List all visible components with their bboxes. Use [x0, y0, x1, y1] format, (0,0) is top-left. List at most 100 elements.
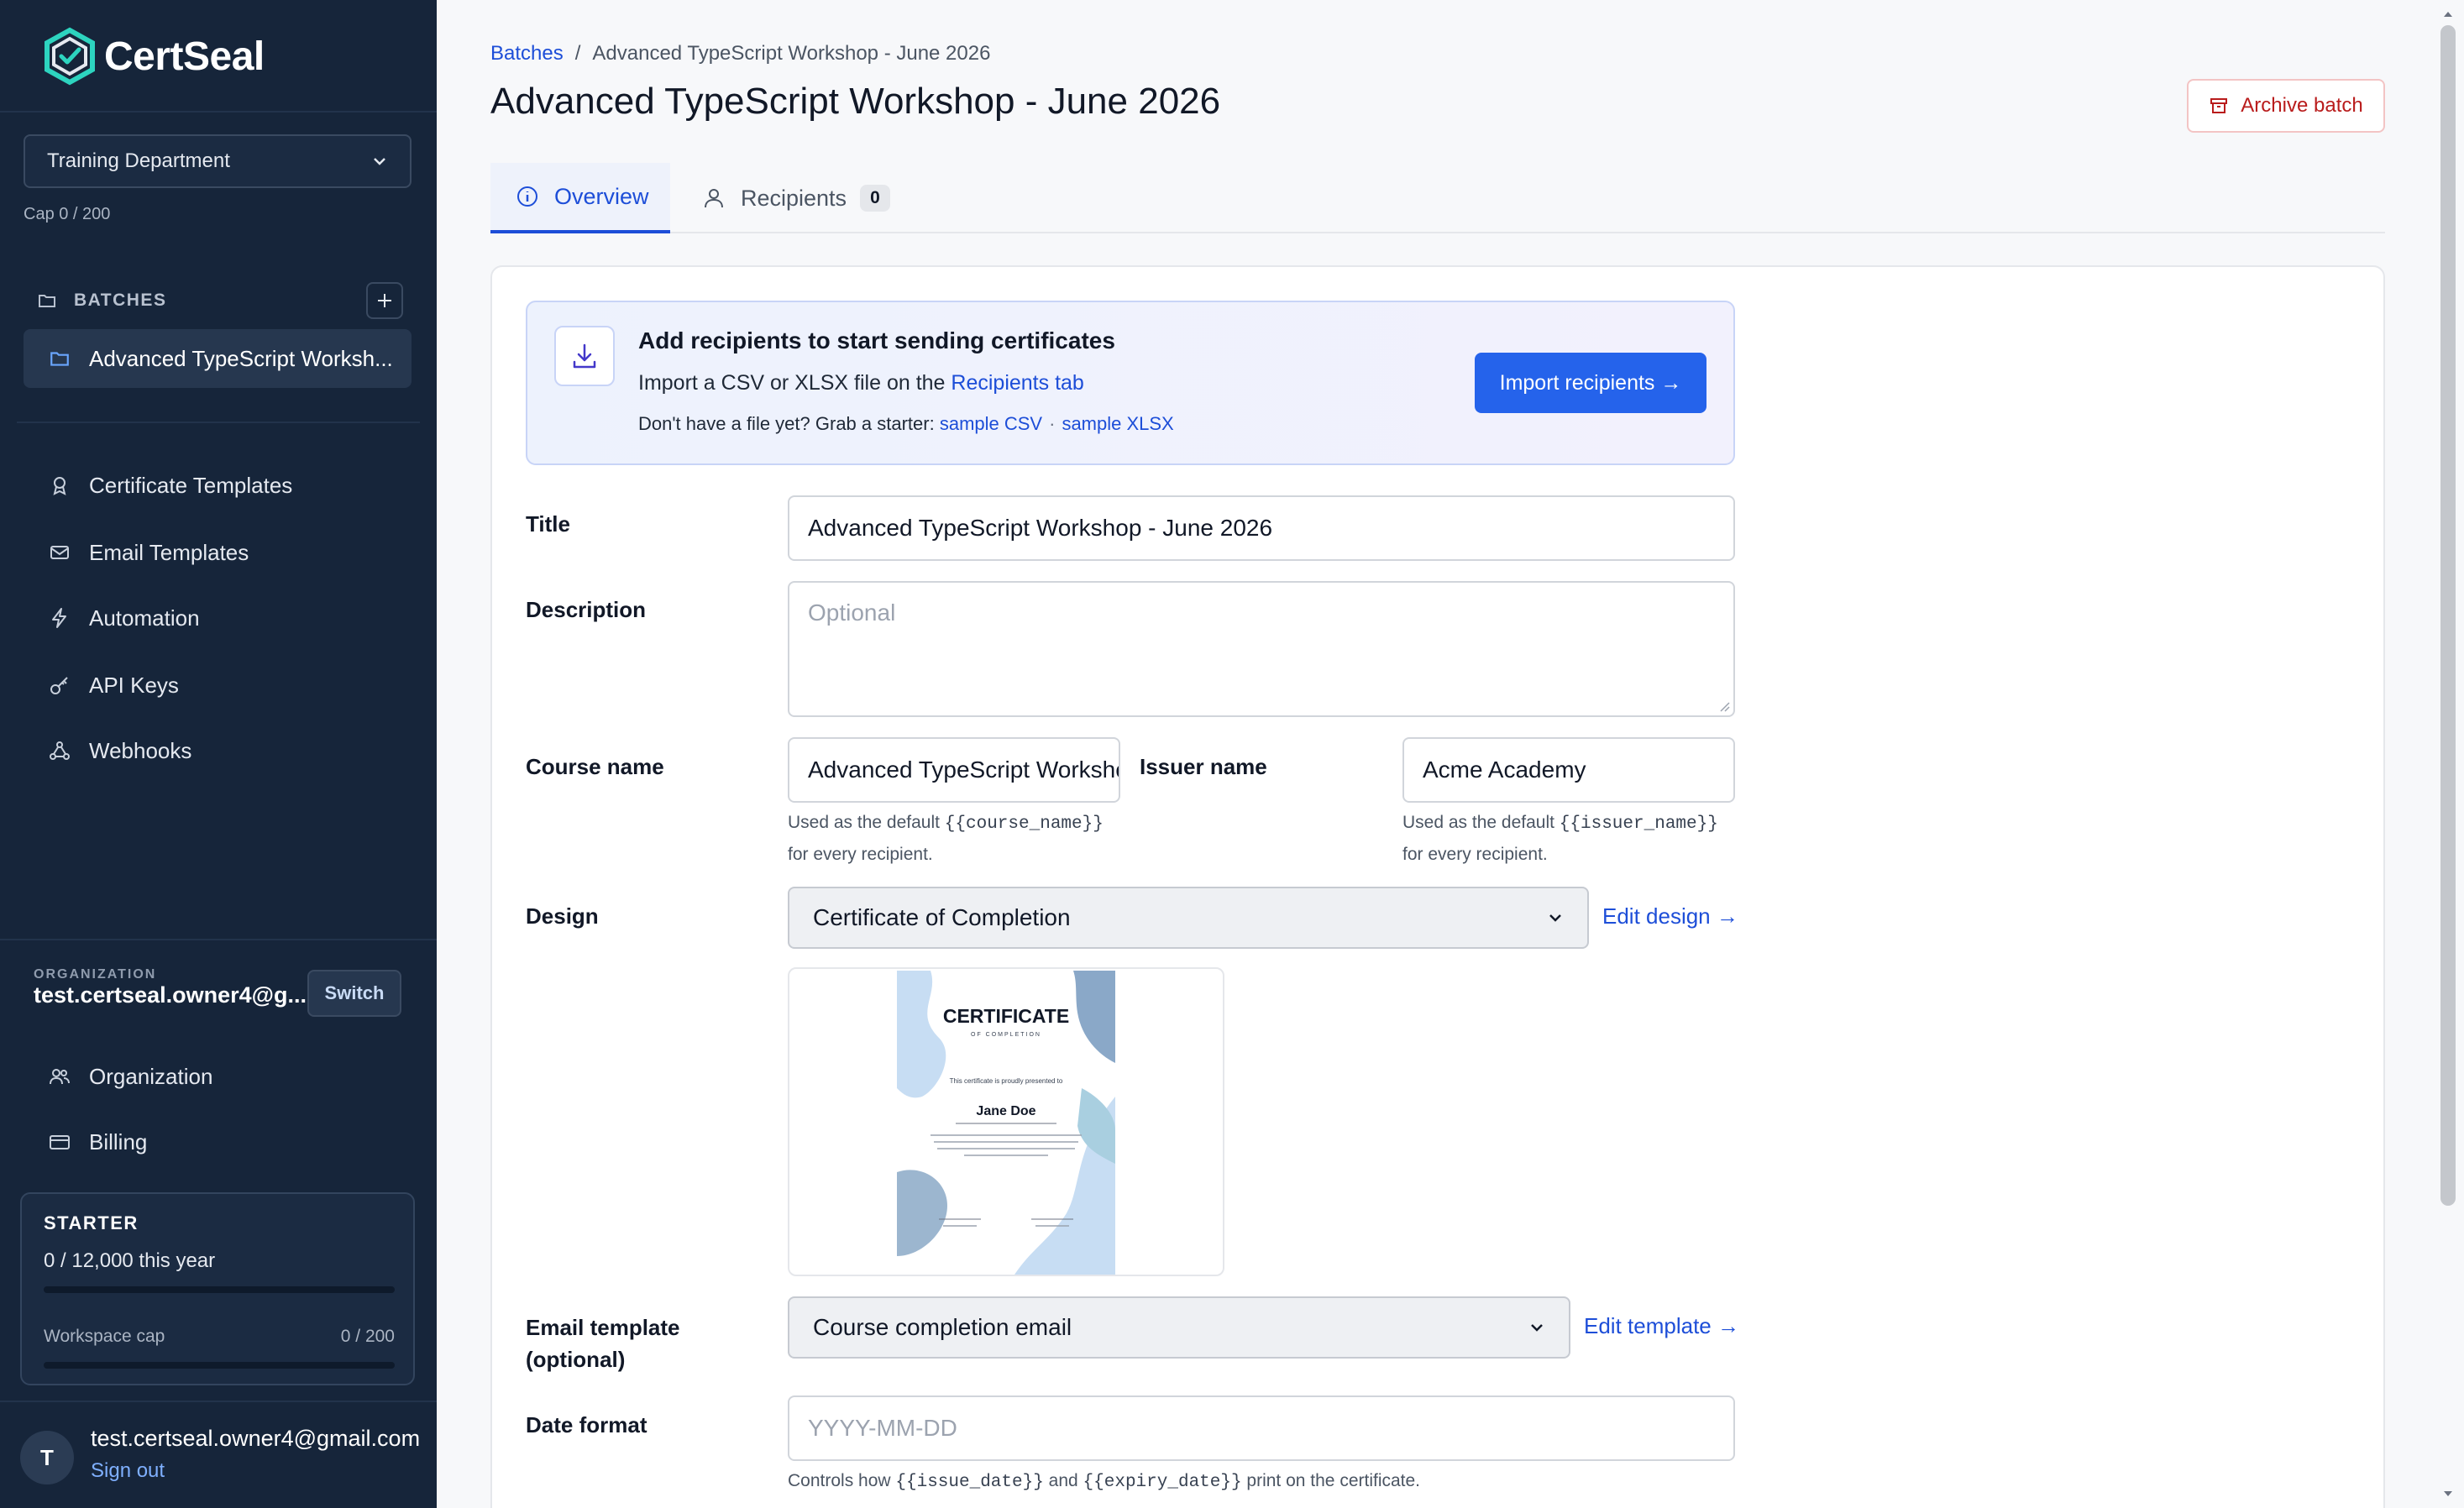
edit-template-link[interactable]: Edit template → — [1584, 1313, 1739, 1339]
archive-icon — [2210, 98, 2228, 113]
logo[interactable]: CertSeal — [40, 27, 265, 86]
tab-recipients-label: Recipients — [741, 185, 847, 211]
date-help-text: Controls how — [788, 1471, 896, 1490]
certificate-preview-name: Jane Doe — [976, 1104, 1035, 1118]
title-input[interactable]: Advanced TypeScript Workshop - June 2026 — [788, 495, 1735, 561]
nav-label: Email Templates — [89, 539, 249, 565]
folder-icon — [50, 352, 69, 366]
banner-hint: Don't have a file yet? Grab a starter: s… — [638, 413, 1174, 435]
archive-batch-label: Archive batch — [2241, 94, 2363, 117]
cap-text: Cap 0 / 200 — [24, 205, 111, 223]
date-format-helper: Controls how {{issue_date}} and {{expiry… — [788, 1466, 1735, 1498]
issuer-name-label: Issuer name — [1140, 754, 1267, 779]
email-template-label-line1: Email template — [526, 1315, 680, 1340]
department-value: Training Department — [47, 149, 230, 172]
sidebar-item-webhooks[interactable]: Webhooks — [24, 724, 412, 778]
add-recipients-banner: Add recipients to start sending certific… — [526, 301, 1735, 465]
certificate-thumbnail: CERTIFICATE OF COMPLETION This certifica… — [897, 971, 1115, 1275]
issuer-name-helper: Used as the default {{issuer_name}} for … — [1402, 808, 1755, 870]
course-name-input[interactable]: Advanced TypeScript Workshop - June 2026 — [788, 737, 1120, 803]
batches-label: BATCHES — [74, 291, 167, 310]
email-template-value: Course completion email — [813, 1314, 1072, 1340]
sample-csv-link[interactable]: sample CSV — [940, 413, 1042, 434]
user-icon — [705, 189, 723, 208]
sidebar-item-email-templates[interactable]: Email Templates — [24, 526, 412, 579]
plan-usage-text: 0 / 12,000 this year — [44, 1249, 216, 1272]
sidebar-item-certificate-templates[interactable]: Certificate Templates — [24, 458, 412, 512]
issue-date-variable: {{issue_date}} — [895, 1473, 1044, 1492]
expiry-date-variable: {{expiry_date}} — [1083, 1473, 1242, 1492]
workspace-cap-row: Workspace cap 0 / 200 — [44, 1327, 395, 1347]
description-textarea[interactable]: Optional — [788, 581, 1735, 717]
banner-title: Add recipients to start sending certific… — [638, 327, 1115, 353]
batch-tabs: Overview Recipients 0 — [490, 163, 2385, 233]
course-name-helper: Used as the default {{course_name}} for … — [788, 808, 1140, 870]
email-template-select[interactable]: Course completion email — [788, 1296, 1570, 1359]
add-batch-button[interactable] — [366, 282, 403, 319]
scrollbar-thumb[interactable] — [2440, 25, 2456, 1206]
organization-label: ORGANIZATION — [34, 967, 157, 982]
title-label: Title — [526, 511, 570, 537]
nav-label: Billing — [89, 1128, 148, 1155]
department-select[interactable]: Training Department — [24, 134, 412, 188]
certseal-logo-icon — [45, 27, 95, 86]
tab-recipients[interactable]: Recipients 0 — [702, 163, 890, 233]
design-select[interactable]: Certificate of Completion — [788, 887, 1589, 949]
plan-usage-panel: STARTER 0 / 12,000 this year Workspace c… — [20, 1192, 415, 1385]
organization-email: test.certseal.owner4@g... — [34, 982, 307, 1008]
sample-xlsx-link[interactable]: sample XLSX — [1062, 413, 1173, 434]
sidebar-item-automation[interactable]: Automation — [24, 591, 412, 645]
batch-label: Advanced TypeScript Worksh... — [89, 345, 393, 371]
sidebar-batch-item[interactable]: Advanced TypeScript Worksh... — [24, 329, 412, 388]
scroll-down-icon[interactable] — [2440, 1486, 2456, 1501]
app-name: CertSeal — [104, 34, 265, 79]
resize-handle-icon[interactable] — [1718, 700, 1730, 712]
sidebar-divider — [17, 422, 420, 423]
download-icon — [573, 343, 596, 369]
description-label: Description — [526, 597, 647, 622]
email-template-label-line2: (optional) — [526, 1347, 626, 1372]
folder-icon — [39, 295, 55, 307]
tab-overview-label: Overview — [554, 183, 649, 209]
description-placeholder: Optional — [808, 600, 896, 626]
webhook-icon — [50, 741, 70, 760]
issuer-help-variable: {{issuer_name}} — [1559, 814, 1718, 834]
switch-organization-button[interactable]: Switch — [307, 970, 401, 1017]
user-profile: T test.certseal.owner4@gmail.com Sign ou… — [20, 1422, 437, 1490]
chevron-down-icon — [1531, 1324, 1543, 1332]
sidebar-item-billing[interactable]: Billing — [24, 1115, 412, 1169]
sidebar-item-api-keys[interactable]: API Keys — [24, 658, 412, 712]
breadcrumb-separator: / — [574, 42, 581, 65]
breadcrumb-batches-link[interactable]: Batches — [490, 42, 564, 65]
design-label: Design — [526, 903, 599, 929]
import-recipients-button[interactable]: Import recipients → — [1475, 353, 1706, 413]
users-icon — [50, 1069, 70, 1085]
user-email: test.certseal.owner4@gmail.com — [91, 1426, 421, 1451]
edit-design-link[interactable]: Edit design → — [1602, 903, 1738, 929]
plan-name: STARTER — [44, 1212, 139, 1233]
issuer-help-suffix: for every recipient. — [1402, 845, 1548, 864]
course-help-text: Used as the default — [788, 813, 945, 832]
recipients-count-badge: 0 — [860, 185, 890, 212]
batches-header: BATCHES — [37, 282, 403, 319]
scroll-up-icon[interactable] — [2440, 7, 2456, 22]
plan-usage-bar — [44, 1286, 395, 1293]
sign-out-link[interactable]: Sign out — [91, 1459, 165, 1483]
card-icon — [50, 1135, 70, 1149]
course-name-label: Course name — [526, 754, 664, 779]
chevron-down-icon — [1549, 914, 1561, 922]
issuer-name-input[interactable]: Acme Academy — [1402, 737, 1735, 803]
download-icon-box — [554, 326, 615, 386]
certificate-preview-presented: This certificate is proudly presented to — [950, 1077, 1063, 1085]
sidebar-item-organization[interactable]: Organization — [24, 1050, 412, 1103]
page-title: Advanced TypeScript Workshop - June 2026 — [490, 81, 1221, 122]
recipients-tab-link[interactable]: Recipients tab — [951, 371, 1083, 395]
workspace-cap-label: Workspace cap — [44, 1327, 165, 1346]
date-help-and: and — [1043, 1471, 1083, 1490]
date-format-input[interactable]: YYYY-MM-DD — [788, 1395, 1735, 1461]
issuer-help-text: Used as the default — [1402, 813, 1560, 832]
tab-overview[interactable]: Overview — [490, 163, 670, 233]
avatar[interactable]: T — [20, 1431, 74, 1484]
archive-batch-button[interactable]: Archive batch — [2187, 79, 2385, 133]
info-icon — [517, 186, 537, 207]
